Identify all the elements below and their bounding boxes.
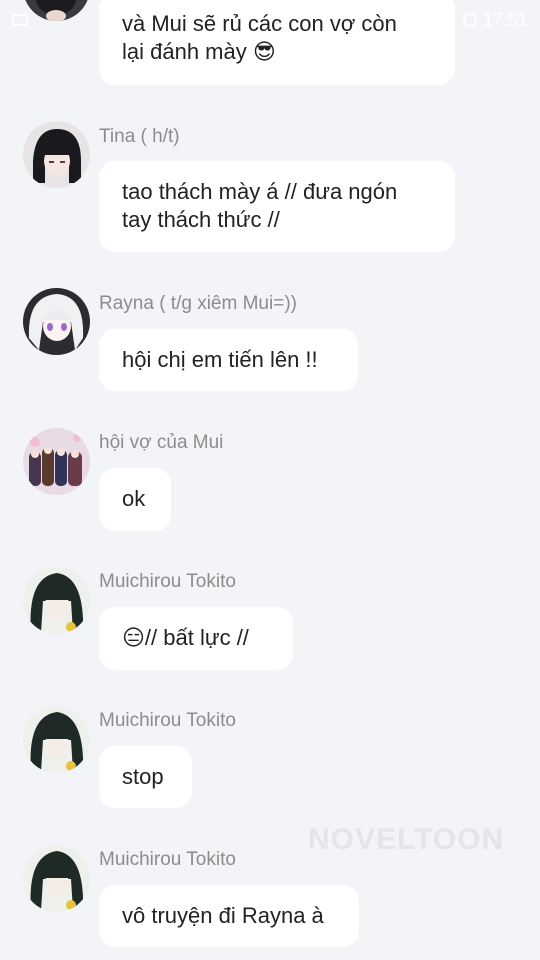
sender-name: hội vợ của Mui — [99, 432, 224, 453]
message-bubble[interactable]: tao thách mày á // đưa ngón tay thách th… — [99, 161, 455, 252]
message-bubble[interactable]: 😑// bất lực // — [99, 607, 293, 670]
message-text: vô truyện đi Rayna à — [122, 903, 324, 928]
message-text: ok — [122, 486, 146, 511]
message-bubble[interactable]: vô truyện đi Rayna à — [99, 885, 359, 947]
alarm-icon — [462, 13, 477, 27]
message-bubble[interactable]: stop — [99, 746, 192, 808]
sender-name: Rayna ( t/g xiêm Mui=)) — [99, 293, 297, 314]
message-text: 😑// bất lực // — [122, 625, 249, 650]
sender-name: Muichirou Tokito — [99, 571, 236, 592]
sender-name: Muichirou Tokito — [99, 849, 236, 870]
avatar[interactable] — [23, 428, 90, 495]
status-right: 17:51 — [462, 9, 528, 31]
message-text-line: lại đánh mày 😎 — [122, 39, 276, 64]
message-text-line: tay thách thức // — [122, 207, 280, 232]
avatar[interactable] — [23, 706, 90, 773]
status-left — [12, 14, 28, 26]
status-bar: 17:51 — [0, 0, 540, 40]
avatar[interactable] — [23, 845, 90, 912]
sender-name: Muichirou Tokito — [99, 710, 236, 731]
noveltoon-watermark: NOVELTOON — [308, 823, 505, 856]
sender-name: Tina ( h/t) — [99, 126, 180, 147]
avatar[interactable] — [23, 567, 90, 634]
avatar[interactable] — [23, 121, 90, 188]
message-bubble[interactable]: ok — [99, 468, 171, 531]
message-text: stop — [122, 764, 164, 789]
status-time: 17:51 — [482, 9, 528, 30]
notification-icon — [12, 14, 28, 26]
message-text: hội chị em tiến lên !! — [122, 347, 318, 372]
message-text-line: tao thách mày á // đưa ngón — [122, 179, 398, 204]
avatar[interactable] — [23, 288, 90, 355]
message-bubble[interactable]: hội chị em tiến lên !! — [99, 329, 358, 391]
